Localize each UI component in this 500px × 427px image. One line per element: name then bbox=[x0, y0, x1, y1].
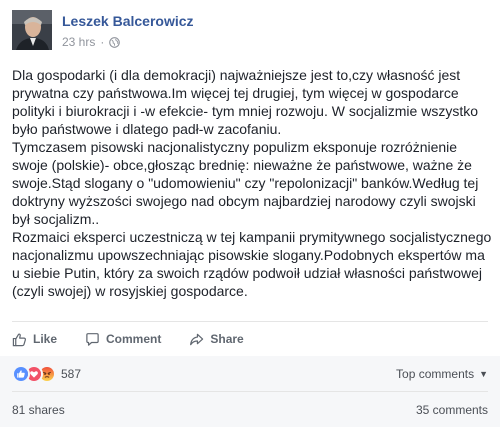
meta-separator: · bbox=[100, 35, 105, 49]
actions-divider bbox=[12, 321, 488, 322]
post-text: Dla gospodarki (i dla demokracji) najważ… bbox=[12, 66, 492, 300]
reactions-summary[interactable]: 587 bbox=[12, 365, 81, 383]
post-time[interactable]: 23 hrs bbox=[62, 35, 95, 49]
comments-count[interactable]: 35 comments bbox=[416, 403, 488, 417]
post-header: Leszek Balcerowicz 23 hrs · bbox=[12, 10, 488, 54]
caret-down-icon: ▼ bbox=[479, 369, 488, 379]
comment-label: Comment bbox=[106, 332, 162, 346]
post-paragraph: Dla gospodarki (i dla demokracji) najważ… bbox=[12, 67, 482, 137]
share-icon bbox=[190, 333, 204, 345]
like-reaction-icon bbox=[12, 365, 30, 383]
comment-icon bbox=[86, 332, 99, 346]
like-button[interactable]: Like bbox=[12, 332, 57, 347]
globe-icon bbox=[109, 36, 121, 48]
post-meta: 23 hrs · bbox=[62, 35, 121, 49]
post-paragraph: Rozmaici eksperci uczestniczą w tej kamp… bbox=[12, 229, 496, 299]
author-avatar[interactable] bbox=[12, 10, 52, 50]
like-label: Like bbox=[33, 332, 58, 346]
feedback-section: 587 Top comments ▼ 81 shares 35 comments bbox=[0, 356, 500, 427]
thumbs-up-icon bbox=[12, 333, 26, 346]
sort-label: Top comments bbox=[396, 367, 475, 381]
share-button[interactable]: Share bbox=[189, 332, 244, 347]
share-label: Share bbox=[210, 332, 244, 346]
reaction-count[interactable]: 587 bbox=[61, 367, 81, 381]
post-actions: Like Comment Share bbox=[12, 326, 272, 352]
feedback-divider bbox=[12, 391, 488, 392]
shares-count[interactable]: 81 shares bbox=[12, 403, 65, 417]
comment-button[interactable]: Comment bbox=[85, 332, 161, 347]
post-paragraph: Tymczasem pisowski nacjonalistyczny popu… bbox=[12, 139, 483, 227]
comment-sort-dropdown[interactable]: Top comments ▼ bbox=[396, 367, 488, 381]
author-name[interactable]: Leszek Balcerowicz bbox=[62, 13, 194, 29]
